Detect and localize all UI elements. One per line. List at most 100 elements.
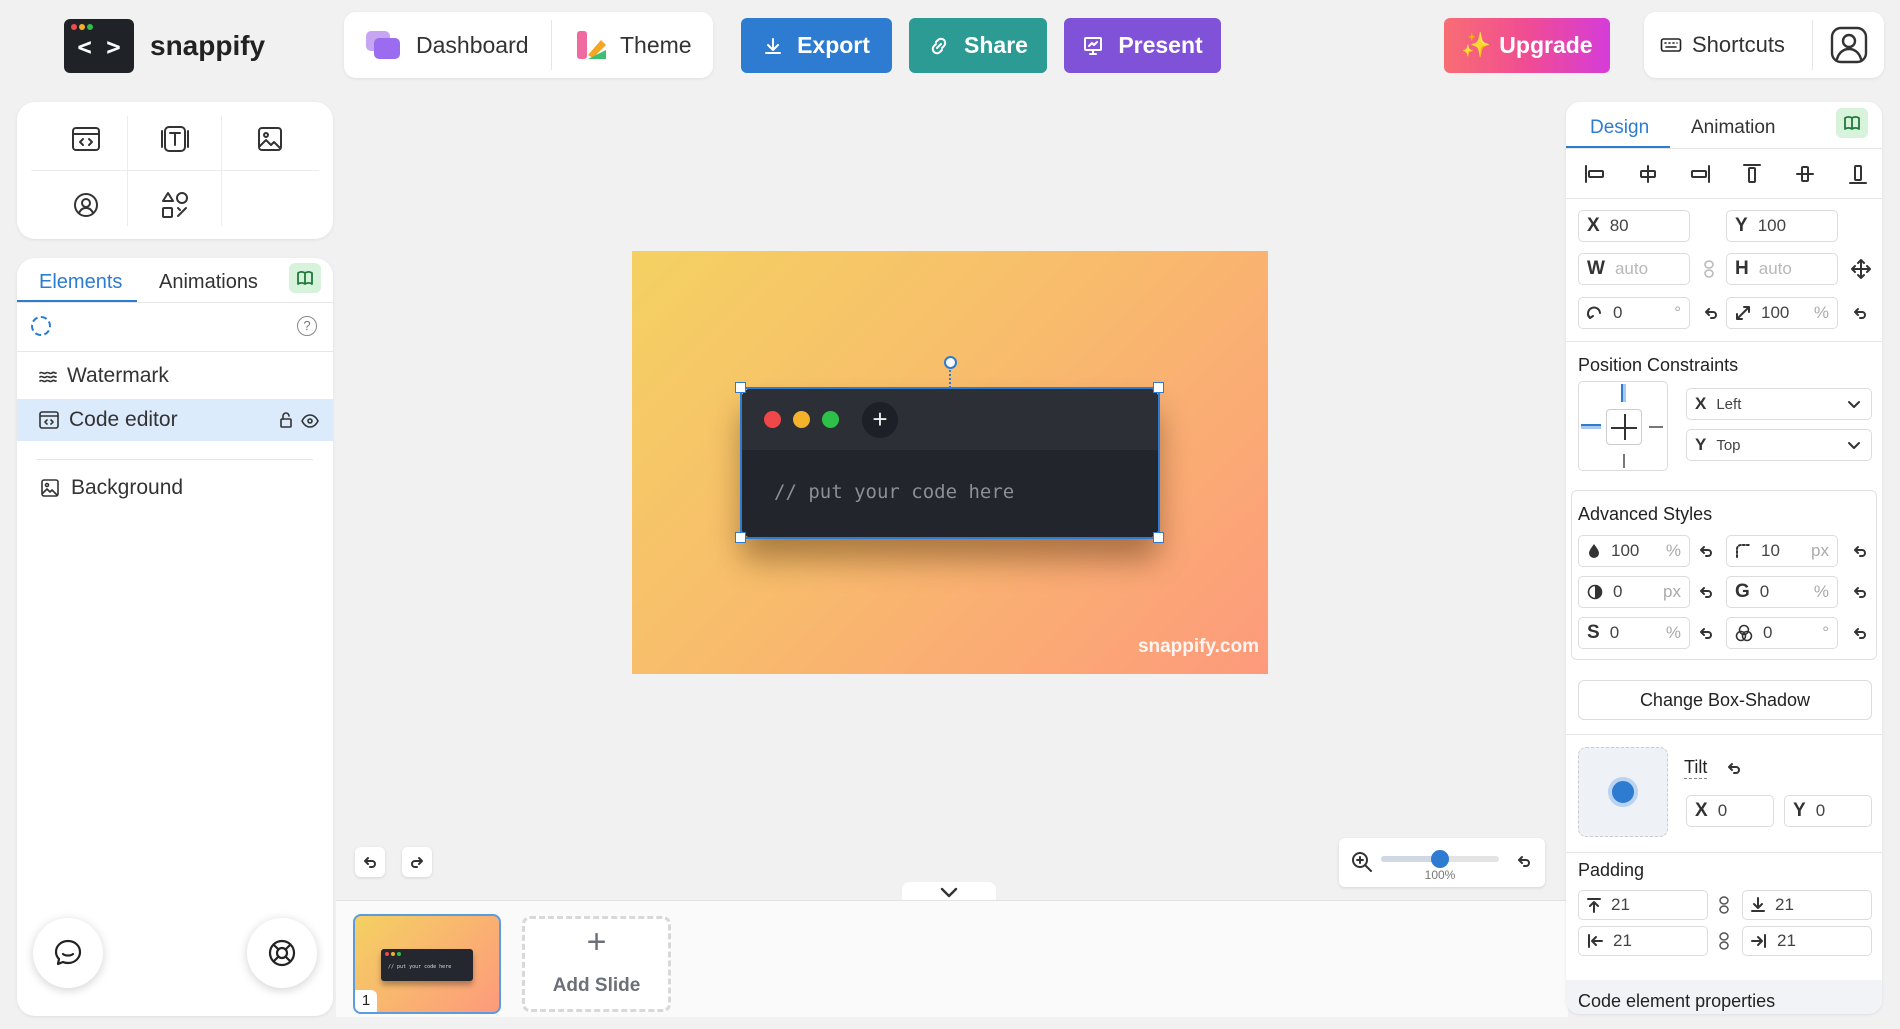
account-button[interactable] <box>1814 12 1884 78</box>
blur-input[interactable]: 0 px <box>1578 576 1690 608</box>
height-input[interactable]: Hauto <box>1726 253 1838 285</box>
tilt-x-input[interactable]: X0 <box>1686 795 1774 827</box>
constraint-right[interactable] <box>1649 426 1663 428</box>
rotate-handle[interactable] <box>944 356 957 369</box>
add-image-button[interactable] <box>246 122 294 156</box>
tab-elements[interactable]: Elements <box>39 271 122 294</box>
download-icon <box>765 37 782 54</box>
layer-watermark[interactable]: Watermark <box>17 356 333 396</box>
zoom-in-icon[interactable] <box>1351 851 1373 873</box>
x-input[interactable]: X 80 <box>1578 210 1690 242</box>
tab-animation[interactable]: Animation <box>1691 117 1776 139</box>
reset-scale-icon[interactable] <box>1853 306 1867 320</box>
tab-design[interactable]: Design <box>1590 117 1649 139</box>
insert-toolbox <box>17 102 333 239</box>
radius-input[interactable]: 10 px <box>1726 535 1838 567</box>
resize-handle-tl[interactable] <box>735 382 746 393</box>
reset-hue-icon[interactable] <box>1853 626 1867 640</box>
reset-grayscale-icon[interactable] <box>1853 585 1867 599</box>
padding-bottom-input[interactable]: 21 <box>1742 890 1872 920</box>
add-code-button[interactable] <box>62 122 110 156</box>
collapse-slides-button[interactable] <box>902 882 996 902</box>
constraint-diagram[interactable] <box>1578 381 1668 471</box>
constraint-x-select[interactable]: X Left <box>1686 388 1872 420</box>
padding-right-input[interactable]: 21 <box>1742 926 1872 956</box>
slide-thumbnail[interactable]: // put your code here 1 <box>353 914 501 1014</box>
move-icon[interactable] <box>1851 259 1871 279</box>
present-button[interactable]: Present <box>1064 18 1221 73</box>
width-input[interactable]: Wauto <box>1578 253 1690 285</box>
layer-background[interactable]: Background <box>17 468 333 508</box>
thumb-code: // put your code here <box>388 964 452 970</box>
zoom-slider-thumb[interactable] <box>1431 850 1449 868</box>
resize-handle-bl[interactable] <box>735 532 746 543</box>
add-avatar-button[interactable] <box>62 188 110 222</box>
constraint-left[interactable] <box>1581 424 1601 429</box>
shortcuts-button[interactable]: Shortcuts <box>1644 12 1812 78</box>
docs-button[interactable] <box>1836 108 1868 138</box>
y-input[interactable]: Y 100 <box>1726 210 1838 242</box>
reset-saturation-icon[interactable] <box>1699 626 1713 640</box>
constraint-bottom[interactable] <box>1623 454 1625 468</box>
align-left-icon[interactable] <box>1584 164 1606 184</box>
constraint-center[interactable] <box>1606 409 1642 445</box>
zoom-slider[interactable] <box>1381 850 1499 868</box>
shapes-icon <box>162 192 188 218</box>
eye-icon[interactable] <box>301 414 319 428</box>
padding-top-input[interactable]: 21 <box>1578 890 1708 920</box>
docs-button[interactable] <box>289 263 321 293</box>
plus-icon: + <box>586 923 607 961</box>
upgrade-button[interactable]: ✨ Upgrade <box>1444 18 1610 73</box>
constraint-top[interactable] <box>1621 384 1626 402</box>
dashboard-button[interactable]: Dashboard <box>344 12 551 78</box>
tilt-y-input[interactable]: Y0 <box>1784 795 1872 827</box>
export-button[interactable]: Export <box>741 18 892 73</box>
app-logo[interactable]: < > <box>64 19 134 73</box>
align-middle-v-icon[interactable] <box>1795 163 1815 185</box>
add-text-button[interactable] <box>151 122 199 156</box>
reset-rotation-icon[interactable] <box>1704 306 1718 320</box>
change-box-shadow-button[interactable]: Change Box-Shadow <box>1578 680 1872 720</box>
add-shapes-button[interactable] <box>151 188 199 222</box>
redo-button[interactable] <box>402 847 432 877</box>
rotation-input[interactable]: 0 ° <box>1578 297 1690 329</box>
align-center-h-icon[interactable] <box>1637 164 1659 184</box>
link-dimensions-icon[interactable] <box>1703 260 1715 278</box>
constraint-y-select[interactable]: Y Top <box>1686 429 1872 461</box>
loading-icon <box>31 316 51 336</box>
watermark-text[interactable]: snappify.com <box>1138 636 1259 658</box>
reset-zoom-icon[interactable] <box>1517 854 1531 868</box>
feedback-button[interactable] <box>33 918 103 988</box>
reset-radius-icon[interactable] <box>1853 544 1867 558</box>
layer-code-editor[interactable]: Code editor <box>17 399 333 441</box>
grayscale-input[interactable]: G 0% <box>1726 576 1838 608</box>
theme-button[interactable]: Theme <box>552 12 713 78</box>
add-slide-label: Add Slide <box>552 975 641 996</box>
tilt-handle[interactable] <box>1608 777 1638 807</box>
link-padding-icon[interactable] <box>1719 896 1729 914</box>
opacity-input[interactable]: 100% <box>1578 535 1690 567</box>
align-top-icon[interactable] <box>1742 163 1762 185</box>
align-right-icon[interactable] <box>1689 164 1711 184</box>
resize-handle-br[interactable] <box>1153 532 1164 543</box>
tilt-title: Tilt <box>1684 757 1708 779</box>
padding-left-input[interactable]: 21 <box>1578 926 1708 956</box>
unlock-icon[interactable] <box>279 412 293 428</box>
reset-opacity-icon[interactable] <box>1699 544 1713 558</box>
saturation-input[interactable]: S 0% <box>1578 617 1690 649</box>
support-button[interactable] <box>247 918 317 988</box>
tilt-pad[interactable] <box>1578 747 1668 837</box>
undo-button[interactable] <box>355 847 385 877</box>
tab-animations[interactable]: Animations <box>159 271 258 294</box>
add-slide-button[interactable]: + Add Slide <box>522 916 671 1012</box>
align-bottom-icon[interactable] <box>1848 163 1868 185</box>
reset-blur-icon[interactable] <box>1699 585 1713 599</box>
hue-input[interactable]: 0 ° <box>1726 617 1838 649</box>
share-button[interactable]: Share <box>909 18 1047 73</box>
link-padding-icon[interactable] <box>1719 932 1729 950</box>
scale-input[interactable]: 100% <box>1726 297 1838 329</box>
layer-label: Background <box>71 476 184 499</box>
resize-handle-tr[interactable] <box>1153 382 1164 393</box>
help-button[interactable]: ? <box>297 316 317 336</box>
reset-tilt-icon[interactable] <box>1727 761 1741 775</box>
